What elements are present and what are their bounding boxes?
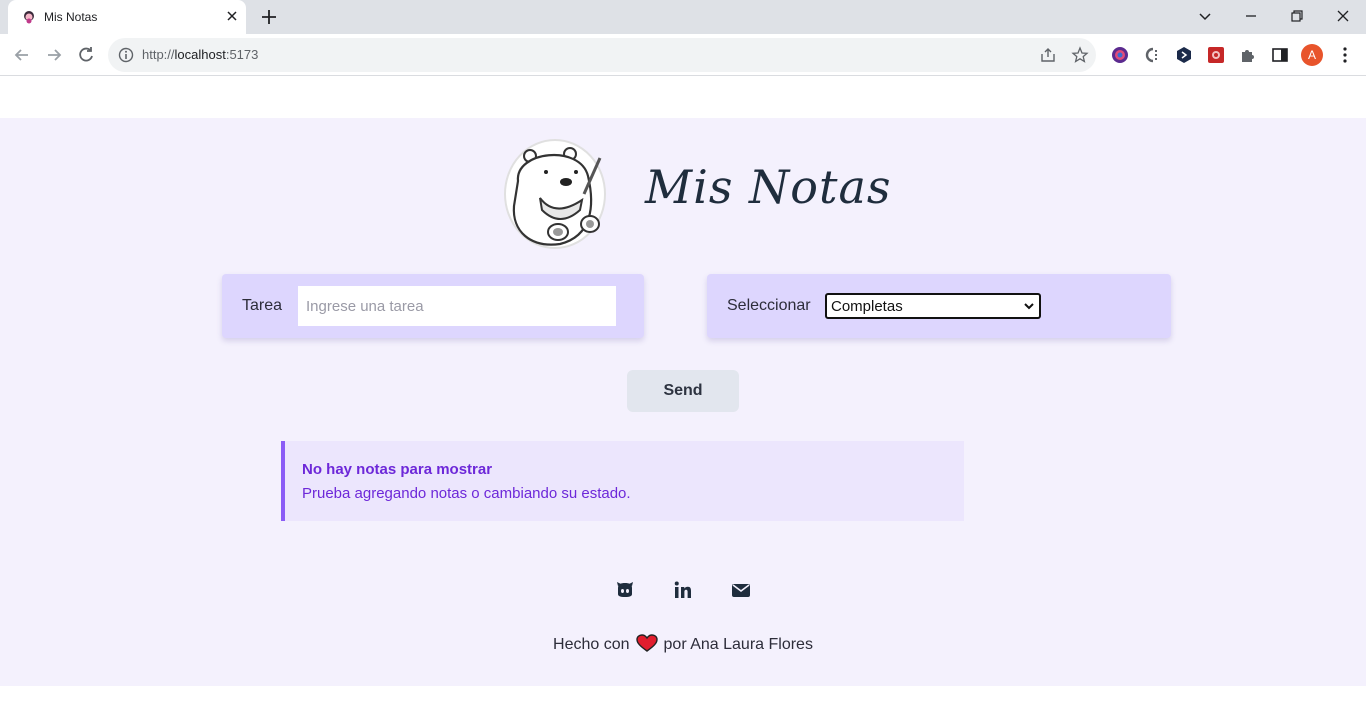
bookmark-star-icon[interactable] [1071, 46, 1089, 64]
address-bar[interactable]: http://localhost:5173 [108, 38, 1096, 72]
color-picker-extension-icon[interactable] [1110, 45, 1130, 65]
status-select-value: Completas [831, 298, 903, 315]
tab-title: Mis Notas [44, 10, 98, 24]
empty-notes-alert: No hay notas para mostrar Prueba agregan… [281, 441, 964, 521]
github-icon[interactable] [614, 579, 636, 601]
site-info-icon[interactable] [118, 47, 134, 63]
extensions-puzzle-icon[interactable] [1238, 45, 1258, 65]
url-scheme: http:// [142, 47, 175, 62]
linkedin-icon[interactable] [672, 579, 694, 601]
restore-icon[interactable] [1287, 6, 1307, 26]
filter-card: Seleccionar Completas [707, 274, 1171, 338]
browser-toolbar: http://localhost:5173 A [0, 34, 1366, 76]
polar-bear-logo [504, 139, 606, 249]
page-viewport: Mis Notas Tarea Seleccionar Completas Se… [0, 77, 1366, 724]
task-input[interactable] [298, 286, 616, 326]
send-button[interactable]: Send [627, 370, 739, 412]
css-extension-icon[interactable] [1142, 45, 1162, 65]
new-tab-icon[interactable] [260, 8, 278, 26]
empty-notes-title: No hay notas para mostrar [302, 461, 493, 478]
share-icon[interactable] [1039, 46, 1057, 64]
close-window-icon[interactable] [1333, 6, 1353, 26]
app-container: Mis Notas Tarea Seleccionar Completas Se… [0, 118, 1366, 686]
filter-label: Seleccionar [727, 297, 811, 314]
red-extension-icon[interactable] [1206, 45, 1226, 65]
status-select[interactable]: Completas [825, 293, 1041, 319]
forward-icon[interactable] [44, 45, 64, 65]
heart-icon [635, 634, 658, 652]
bear-favicon-icon [24, 11, 34, 24]
task-card: Tarea [222, 274, 644, 338]
empty-notes-message: Prueba agregando notas o cambiando su es… [302, 485, 631, 502]
chevron-down-icon [1024, 303, 1034, 310]
tab-strip: Mis Notas [0, 0, 1366, 34]
footer-prefix: Hecho con [553, 636, 630, 653]
tab-search-chevron-icon[interactable] [1195, 6, 1215, 26]
profile-avatar[interactable]: A [1301, 44, 1323, 66]
footer-suffix: por Ana Laura Flores [663, 636, 813, 653]
back-icon[interactable] [12, 45, 32, 65]
kebab-menu-icon[interactable] [1335, 45, 1355, 65]
footer-credit: Hecho con por Ana Laura Flores [0, 634, 1366, 654]
close-tab-icon[interactable] [224, 8, 240, 24]
url-host: localhost [174, 47, 226, 62]
reload-icon[interactable] [76, 45, 96, 65]
minimize-icon[interactable] [1241, 6, 1261, 26]
email-icon[interactable] [730, 579, 752, 601]
browser-tab[interactable]: Mis Notas [8, 0, 246, 34]
side-panel-icon[interactable] [1270, 45, 1290, 65]
hexagon-extension-icon[interactable] [1174, 45, 1194, 65]
brand-title: Mis Notas [645, 160, 892, 214]
task-label: Tarea [242, 297, 283, 314]
url-port: :5173 [225, 47, 259, 62]
url-text: http://localhost:5173 [142, 47, 258, 62]
